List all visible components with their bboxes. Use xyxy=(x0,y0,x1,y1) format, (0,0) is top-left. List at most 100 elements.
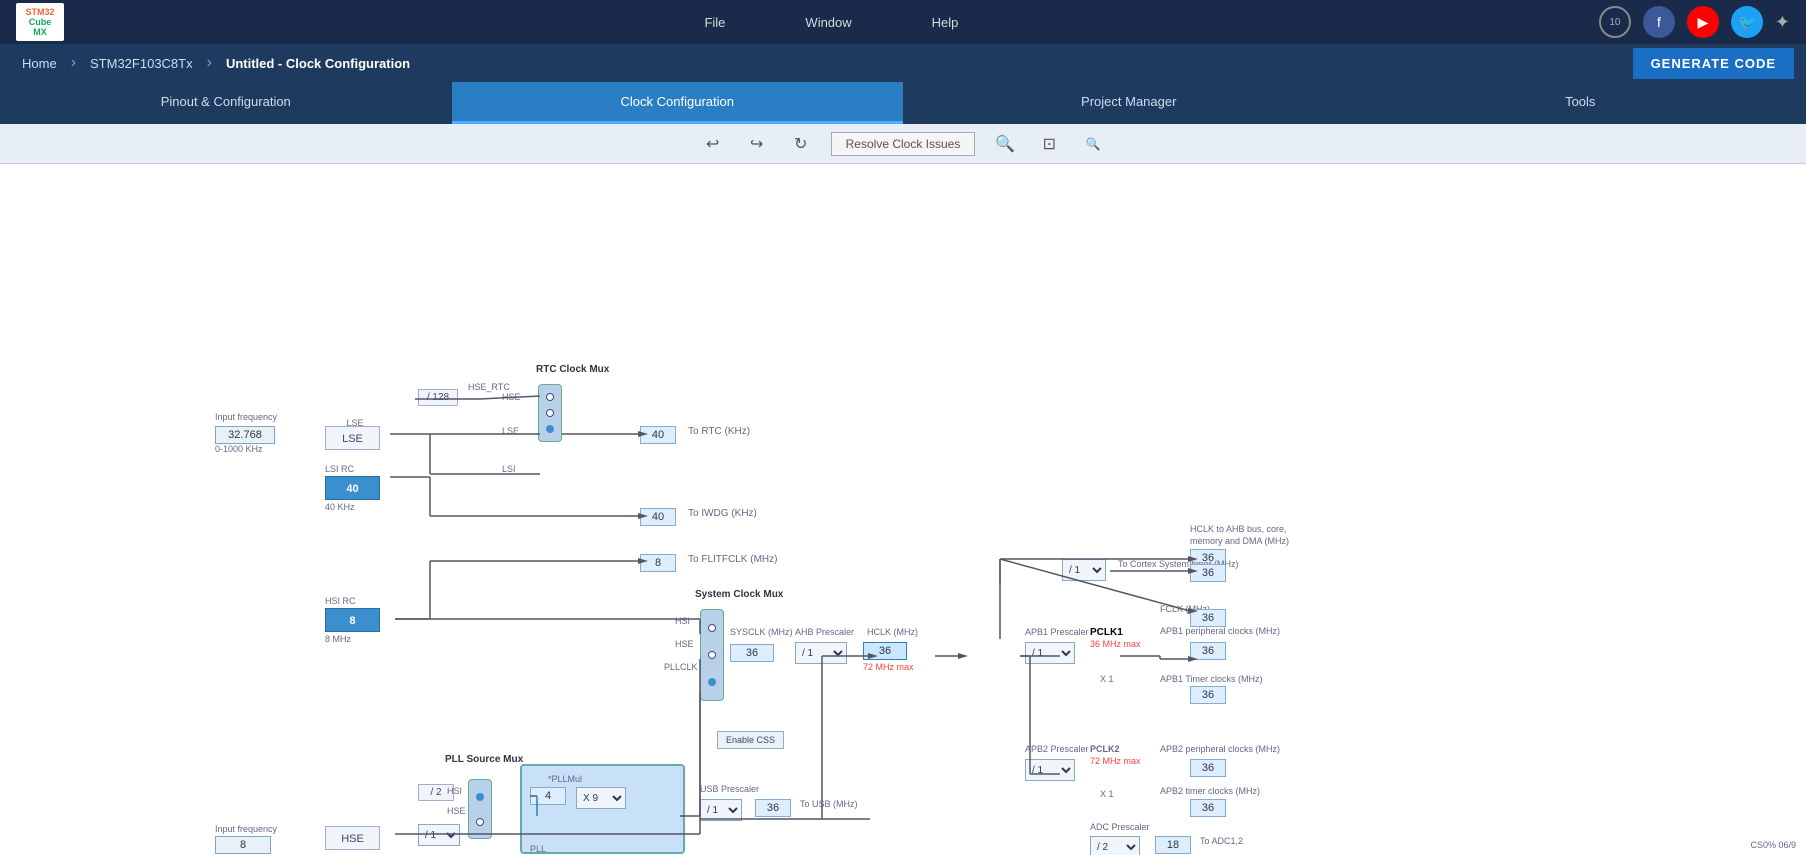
hclk-label: HCLK (MHz) xyxy=(867,627,918,637)
hclk-ahb-label2: memory and DMA (MHz) xyxy=(1190,536,1289,546)
hse-block[interactable]: HSE xyxy=(325,826,380,850)
hclk-max-label: 72 MHz max xyxy=(863,662,914,672)
lsi-unit-label: 40 KHz xyxy=(325,502,355,512)
pll-source-mux-label: PLL Source Mux xyxy=(445,754,523,765)
tab-project[interactable]: Project Manager xyxy=(903,82,1355,124)
breadcrumb-device[interactable]: STM32F103C8Tx xyxy=(80,52,203,75)
pllclk-sys-label: PLLCLK xyxy=(664,662,698,672)
usb-div-select[interactable]: / 1 xyxy=(700,799,742,821)
undo-button[interactable]: ↩ xyxy=(699,130,727,158)
apb1-prescaler-select[interactable]: / 1 xyxy=(1025,642,1075,664)
adc-prescaler-select[interactable]: / 2 xyxy=(1090,836,1140,855)
fclk-value[interactable]: 36 xyxy=(1190,609,1226,627)
breadcrumb-home[interactable]: Home xyxy=(12,52,67,75)
pclk1-max-label: 36 MHz max xyxy=(1090,639,1141,649)
tab-tools[interactable]: Tools xyxy=(1355,82,1806,124)
pll-src-mux[interactable] xyxy=(468,779,492,839)
sysclk-value[interactable]: 36 xyxy=(730,644,774,662)
apb2-prescaler-label: APB2 Prescaler xyxy=(1025,744,1089,754)
ahb-prescaler-label: AHB Prescaler xyxy=(795,627,854,637)
lse-range-label: 0-1000 KHz xyxy=(215,444,263,454)
apb2-peri-label: APB2 peripheral clocks (MHz) xyxy=(1160,744,1280,754)
header-nav: File Window Help xyxy=(64,15,1599,30)
logo-stm: STM32 xyxy=(25,7,54,17)
logo-mx: MX xyxy=(33,27,47,37)
to-iwdg-label: To IWDG (KHz) xyxy=(688,508,757,519)
apb1-timer-label: APB1 Timer clocks (MHz) xyxy=(1160,674,1263,684)
hse-div1-select[interactable]: / 1 xyxy=(418,824,460,846)
app-header: STM32 Cube MX File Window Help 10 f ▶ 🐦 … xyxy=(0,0,1806,44)
youtube-icon[interactable]: ▶ xyxy=(1687,6,1719,38)
to-rtc-label: To RTC (KHz) xyxy=(688,426,750,437)
lsi-value-box[interactable]: 40 xyxy=(325,476,380,500)
apb2-timer-value[interactable]: 36 xyxy=(1190,799,1226,817)
breadcrumb-sep-2: › xyxy=(207,54,212,72)
ahb-prescaler-select[interactable]: / 1 xyxy=(795,642,847,664)
badge-icon: 10 xyxy=(1599,6,1631,38)
fit-button[interactable]: ⊡ xyxy=(1035,130,1063,158)
hsi-rc-label: HSI RC xyxy=(325,596,356,606)
pll-label: PLL xyxy=(530,844,546,854)
hclk-ahb-label: HCLK to AHB bus, core, xyxy=(1190,524,1287,534)
hse-pll-label: HSE xyxy=(447,806,466,816)
hsi-value-box[interactable]: 8 xyxy=(325,608,380,632)
sys-clk-mux-label: System Clock Mux xyxy=(695,589,783,600)
to-usb-value[interactable]: 36 xyxy=(755,799,791,817)
hclk-value[interactable]: 36 xyxy=(863,642,907,660)
zoom-out-button[interactable]: 🔍 xyxy=(1079,130,1107,158)
rtc-mux-label: RTC Clock Mux xyxy=(536,364,609,375)
pclk2-label: PCLK2 xyxy=(1090,744,1120,754)
apb1-peri-label: APB1 peripheral clocks (MHz) xyxy=(1160,626,1280,636)
hse-rtc-mux-label: HSE xyxy=(502,392,521,402)
lse-block[interactable]: LSE xyxy=(325,426,380,450)
hse-rtc-label: HSE_RTC xyxy=(468,382,510,392)
input-freq-hse-label: Input frequency xyxy=(215,824,277,834)
resolve-clock-button[interactable]: Resolve Clock Issues xyxy=(831,132,976,156)
apb2-timer-x1: X 1 xyxy=(1100,789,1114,799)
logo-box: STM32 Cube MX xyxy=(16,3,64,41)
tab-bar: Pinout & Configuration Clock Configurati… xyxy=(0,82,1806,124)
zoom-in-button[interactable]: 🔍 xyxy=(991,130,1019,158)
pll-mul-select[interactable]: X 9 xyxy=(576,787,626,809)
window-menu[interactable]: Window xyxy=(805,15,851,30)
badge-label: 10 xyxy=(1609,17,1620,28)
pll-box xyxy=(520,764,685,854)
to-rtc-value[interactable]: 40 xyxy=(640,426,676,444)
apb2-timer-label: APB2 timer clocks (MHz) xyxy=(1160,786,1260,796)
apb1-timer-x1: X 1 xyxy=(1100,674,1114,684)
generate-code-button[interactable]: GENERATE CODE xyxy=(1633,48,1794,79)
tab-clock[interactable]: Clock Configuration xyxy=(452,82,904,124)
apb1-peri-value[interactable]: 36 xyxy=(1190,642,1226,660)
apb1-timer-value[interactable]: 36 xyxy=(1190,686,1226,704)
to-adc-value[interactable]: 18 xyxy=(1155,836,1191,854)
clock-canvas: Input frequency 32.768 0-1000 KHz LSE LS… xyxy=(0,164,1806,855)
to-cortex-value[interactable]: 36 xyxy=(1190,564,1226,582)
breadcrumb-config[interactable]: Untitled - Clock Configuration xyxy=(216,52,420,75)
hse-input-box[interactable]: 8 xyxy=(215,836,271,854)
to-adc-label: To ADC1,2 xyxy=(1200,836,1243,846)
pclk2-max-label: 72 MHz max xyxy=(1090,756,1141,766)
lsi-rc-label: LSI RC xyxy=(325,464,354,474)
twitter-icon[interactable]: 🐦 xyxy=(1731,6,1763,38)
facebook-icon[interactable]: f xyxy=(1643,6,1675,38)
redo-button[interactable]: ↪ xyxy=(743,130,771,158)
cortex-div-select[interactable]: / 1 xyxy=(1062,559,1106,581)
apb2-peri-value[interactable]: 36 xyxy=(1190,759,1226,777)
to-iwdg-value[interactable]: 40 xyxy=(640,508,676,526)
hse-sys-label: HSE xyxy=(675,639,694,649)
help-menu[interactable]: Help xyxy=(932,15,959,30)
apb1-prescaler-label: APB1 Prescaler xyxy=(1025,627,1089,637)
sys-clk-mux[interactable] xyxy=(700,609,724,701)
rtc-mux[interactable] xyxy=(538,384,562,442)
to-flitfclk-value[interactable]: 8 xyxy=(640,554,676,572)
breadcrumb: Home › STM32F103C8Tx › Untitled - Clock … xyxy=(0,44,1806,82)
enable-css-button[interactable]: Enable CSS xyxy=(717,731,784,749)
lse-input-box[interactable]: 32.768 xyxy=(215,426,275,444)
lse-mux-label: LSE xyxy=(502,426,519,436)
tab-pinout[interactable]: Pinout & Configuration xyxy=(0,82,452,124)
file-menu[interactable]: File xyxy=(704,15,725,30)
apb2-prescaler-select[interactable]: / 1 xyxy=(1025,759,1075,781)
gear-icon[interactable]: ✦ xyxy=(1775,12,1790,33)
refresh-button[interactable]: ↻ xyxy=(787,130,815,158)
pll-input-value[interactable]: 4 xyxy=(530,787,566,805)
